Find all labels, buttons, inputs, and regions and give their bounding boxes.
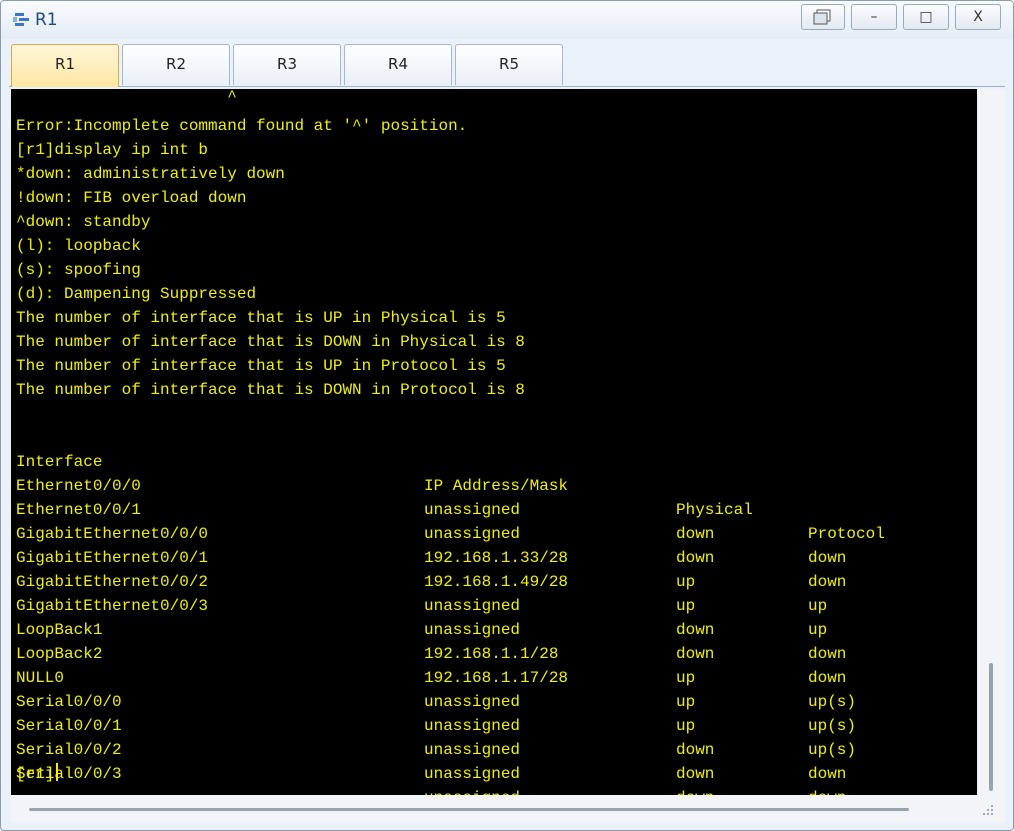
ip-cell: unassigned — [424, 765, 521, 783]
tab-r3[interactable]: R3 — [233, 44, 341, 85]
table-row: LoopBack2 192.168.1.17/28 up up(s) — [16, 618, 966, 735]
table-row: Serial0/0/0 unassigned down down — [16, 666, 966, 783]
command-prompt-line[interactable]: [r1] — [16, 762, 59, 786]
tab-r5[interactable]: R5 — [455, 44, 563, 85]
console-line: The number of interface that is DOWN in … — [16, 333, 525, 351]
console-line: The number of interface that is UP in Pr… — [16, 357, 506, 375]
table-row: GigabitEthernet0/0/3 unassigned down dow… — [16, 570, 966, 687]
table-row: Serial0/0/2 unassigned down down — [16, 714, 966, 795]
horizontal-scrollbar[interactable] — [11, 795, 1005, 823]
maximize-icon: □ — [919, 9, 933, 25]
table-row: GigabitEthernet0/0/0 192.168.1.33/28 up … — [16, 498, 966, 615]
table-row: GigabitEthernet0/0/1 192.168.1.49/28 up … — [16, 522, 966, 639]
tab-r2[interactable]: R2 — [122, 44, 230, 85]
close-button[interactable]: X — [955, 4, 1001, 30]
restore-icon — [813, 9, 831, 25]
table-row: LoopBack1 192.168.1.1/28 up up(s) — [16, 594, 966, 711]
command-prompt: [r1] — [16, 765, 55, 783]
tab-label: R3 — [277, 55, 297, 73]
ip-cell: unassigned — [424, 786, 520, 795]
table-header: Interface IP Address/Mask Physical Proto… — [16, 426, 966, 543]
table-row: Serial0/0/1 unassigned down down — [16, 690, 966, 795]
table-row: Ethernet0/0/1 unassigned down down — [16, 474, 966, 591]
console-line: (s): spoofing — [16, 261, 141, 279]
maximize-button[interactable]: □ — [903, 4, 949, 30]
minimize-icon: – — [870, 9, 878, 25]
console-line: (l): loopback — [16, 237, 141, 255]
tab-label: R2 — [166, 55, 186, 73]
text-cursor — [56, 763, 59, 781]
resize-grip-icon[interactable] — [981, 803, 995, 817]
error-caret-line: ^ — [16, 89, 237, 106]
close-icon: X — [973, 9, 983, 25]
router-app-icon — [13, 13, 29, 26]
console-line: The number of interface that is DOWN in … — [16, 381, 525, 399]
console-line: *down: administratively down — [16, 165, 285, 183]
window-title: R1 — [35, 10, 58, 30]
terminal-window: R1 – □ X R1 R2 R3 R4 R5 ^ Error:Incomple… — [0, 0, 1014, 831]
protocol-cell: down — [808, 786, 846, 795]
restore-button[interactable] — [801, 4, 845, 30]
console-line: !down: FIB overload down — [16, 189, 247, 207]
console-line: (d): Dampening Suppressed — [16, 285, 257, 303]
table-row: GigabitEthernet0/0/2 unassigned down dow… — [16, 546, 966, 663]
minimize-button[interactable]: – — [851, 4, 897, 30]
console-line: ^down: standby — [16, 213, 151, 231]
tab-label: R4 — [388, 55, 408, 73]
table-row: Serial0/0/3 unassigned down down — [16, 738, 966, 795]
vertical-scroll-thumb[interactable] — [989, 663, 993, 791]
title-bar[interactable]: R1 – □ X — [1, 1, 1013, 39]
terminal-console[interactable]: ^ Error:Incomplete command found at '^' … — [11, 89, 977, 795]
protocol-cell: down — [808, 765, 847, 783]
table-row: Ethernet0/0/0 unassigned down down — [16, 450, 966, 567]
physical-cell: down — [676, 786, 714, 795]
physical-cell: down — [676, 765, 715, 783]
device-tabs: R1 R2 R3 R4 R5 — [9, 42, 1005, 87]
tab-label: R1 — [55, 55, 75, 73]
horizontal-scroll-thumb[interactable] — [29, 808, 909, 811]
console-line: The number of interface that is UP in Ph… — [16, 309, 506, 327]
console-line: Error:Incomplete command found at '^' po… — [16, 117, 468, 135]
vertical-scrollbar[interactable] — [978, 89, 1005, 795]
tab-label: R5 — [499, 55, 519, 73]
table-row: NULL0 unassigned up up(s) — [16, 642, 966, 759]
tab-r4[interactable]: R4 — [344, 44, 452, 85]
tab-r1[interactable]: R1 — [11, 44, 119, 87]
console-line: [r1]display ip int b — [16, 141, 209, 159]
